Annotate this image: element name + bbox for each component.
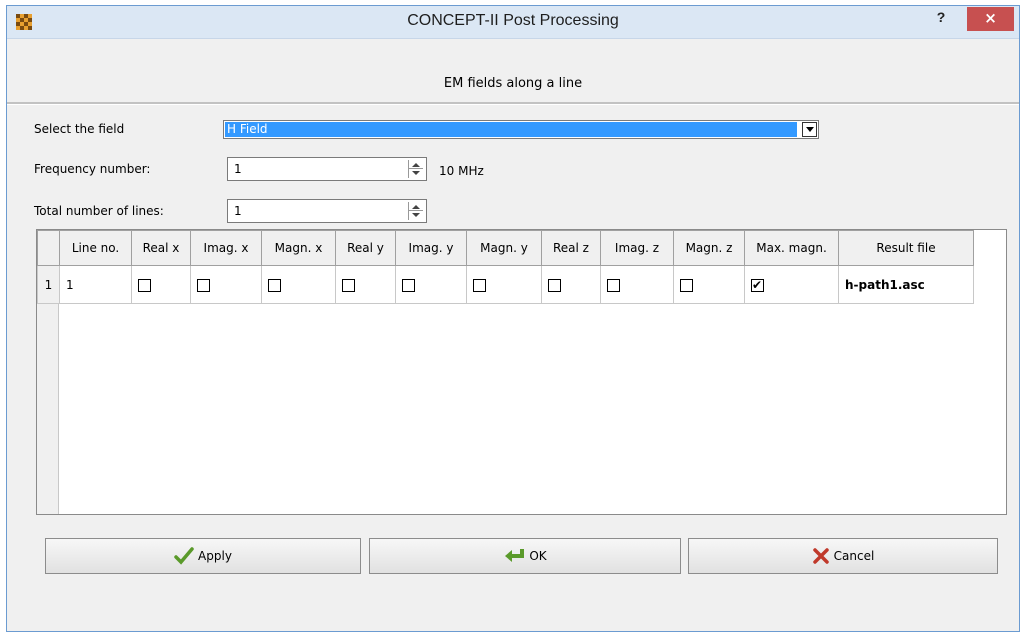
chevron-down-icon[interactable] (802, 122, 817, 137)
return-arrow-icon (503, 547, 525, 565)
cancel-button[interactable]: Cancel (688, 538, 998, 574)
window-title: CONCEPT-II Post Processing (407, 12, 619, 29)
real-z-checkbox[interactable] (548, 278, 561, 292)
col-header[interactable]: Real x (131, 230, 191, 266)
imag-y-checkbox[interactable] (402, 278, 415, 292)
lines-value: 1 (234, 204, 242, 218)
col-header[interactable]: Line no. (59, 230, 132, 266)
lines-spinbox[interactable]: 1 (227, 199, 427, 223)
imag-y-cell[interactable] (395, 265, 467, 304)
select-field-label: Select the field (34, 122, 125, 136)
corner-header (37, 230, 60, 266)
table-row[interactable]: 1 1 h-path1.asc (37, 265, 974, 304)
max-magn-cell[interactable] (744, 265, 839, 304)
x-icon (812, 547, 830, 565)
close-button[interactable]: × (967, 7, 1014, 31)
magn-x-cell[interactable] (261, 265, 336, 304)
frequency-value: 1 (234, 162, 242, 176)
real-x-checkbox[interactable] (138, 278, 151, 292)
table-header-row: Line no. Real x Imag. x Magn. x Real y I… (37, 230, 974, 266)
frequency-unit: 10 MHz (439, 164, 484, 178)
magn-z-cell[interactable] (673, 265, 745, 304)
col-header[interactable]: Magn. z (673, 230, 745, 266)
apply-button[interactable]: Apply (45, 538, 361, 574)
apply-label: Apply (198, 549, 232, 563)
col-header[interactable]: Max. magn. (744, 230, 839, 266)
frequency-label: Frequency number: (34, 162, 151, 176)
imag-z-cell[interactable] (600, 265, 674, 304)
title-bar[interactable]: CONCEPT-II Post Processing ? × (7, 6, 1019, 39)
result-file-cell[interactable]: h-path1.asc (838, 265, 974, 304)
ok-button[interactable]: OK (369, 538, 681, 574)
spin-arrows-icon[interactable] (408, 160, 423, 178)
field-select-value: H Field (225, 122, 797, 137)
max-magn-checkbox[interactable] (751, 277, 764, 293)
col-header[interactable]: Magn. x (261, 230, 336, 266)
real-y-cell[interactable] (335, 265, 396, 304)
spin-arrows-icon[interactable] (408, 202, 423, 220)
col-header[interactable]: Real z (541, 230, 601, 266)
col-header[interactable]: Imag. y (395, 230, 467, 266)
dialog-window: CONCEPT-II Post Processing ? × EM fields… (6, 5, 1020, 632)
lines-table[interactable]: Line no. Real x Imag. x Magn. x Real y I… (36, 229, 1007, 515)
real-y-checkbox[interactable] (342, 278, 355, 292)
col-header[interactable]: Magn. y (466, 230, 542, 266)
magn-y-checkbox[interactable] (473, 278, 486, 292)
frequency-spinbox[interactable]: 1 (227, 157, 427, 181)
checkmark-icon (174, 546, 194, 566)
magn-x-checkbox[interactable] (268, 278, 281, 292)
help-button[interactable]: ? (929, 9, 953, 31)
real-x-cell[interactable] (131, 265, 191, 304)
separator (7, 102, 1019, 105)
col-header[interactable]: Real y (335, 230, 396, 266)
ok-label: OK (529, 549, 547, 563)
magn-y-cell[interactable] (466, 265, 542, 304)
col-header[interactable]: Imag. z (600, 230, 674, 266)
line-no-cell[interactable]: 1 (59, 265, 132, 304)
field-select[interactable]: H Field (223, 120, 819, 139)
imag-x-checkbox[interactable] (197, 278, 210, 292)
col-header[interactable]: Imag. x (190, 230, 262, 266)
magn-z-checkbox[interactable] (680, 278, 693, 292)
real-z-cell[interactable] (541, 265, 601, 304)
lines-label: Total number of lines: (34, 204, 164, 218)
imag-z-checkbox[interactable] (607, 278, 620, 292)
dialog-heading: EM fields along a line (443, 76, 583, 91)
cancel-label: Cancel (833, 549, 875, 563)
col-header[interactable]: Result file (838, 230, 974, 266)
imag-x-cell[interactable] (190, 265, 262, 304)
row-number[interactable]: 1 (37, 265, 60, 304)
